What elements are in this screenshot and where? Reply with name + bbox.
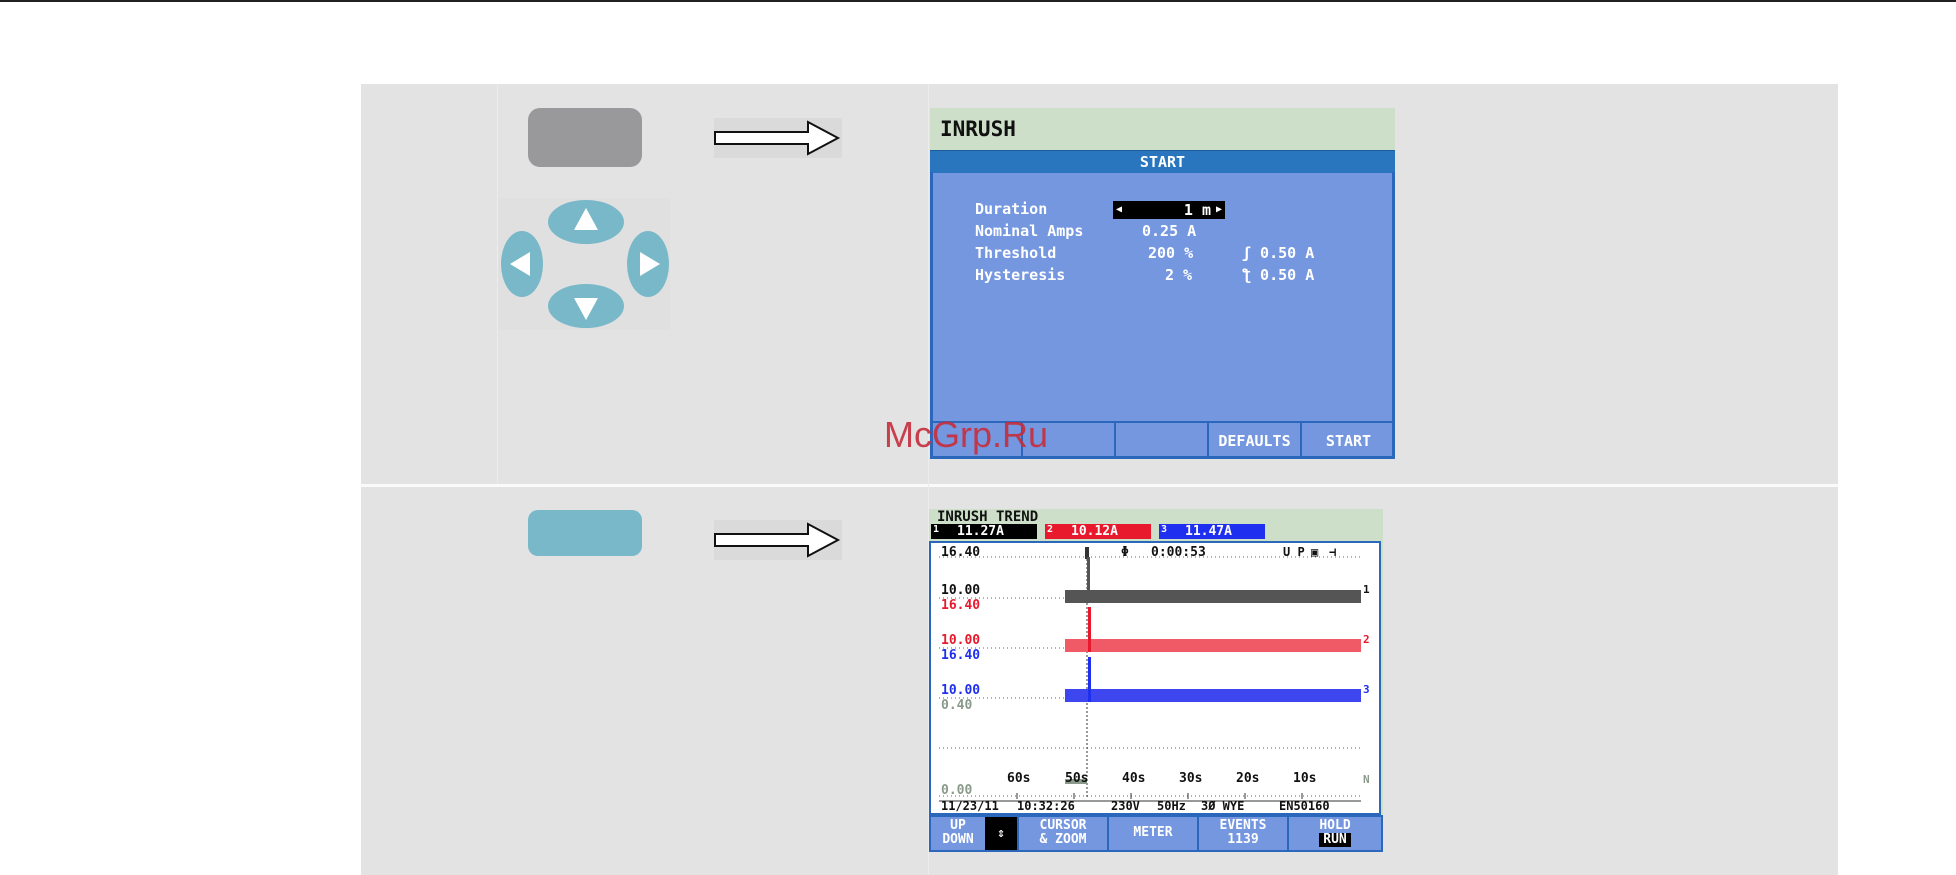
track-2-max: 16.40 xyxy=(941,598,981,613)
nominal-amps-value[interactable]: 0.25 A xyxy=(1142,222,1196,240)
hysteresis-label: Hysteresis xyxy=(975,266,1066,284)
function-key-grey[interactable] xyxy=(528,108,642,167)
threshold-amps: ʃ 0.50 A xyxy=(1242,244,1315,262)
hysteresis-amps: ƪ 0.50 A xyxy=(1242,266,1315,284)
row-divider xyxy=(361,484,1838,487)
meter-button[interactable]: METER xyxy=(1109,817,1199,850)
track-3-label: 3 xyxy=(1363,683,1370,696)
left-arrow-icon: ◀ xyxy=(1116,204,1123,215)
function-key-teal[interactable] xyxy=(528,510,642,556)
screen-header: START xyxy=(930,150,1395,173)
time-tick: 20s xyxy=(1236,771,1260,786)
status-time: 10:32:26 xyxy=(1017,799,1075,813)
track-1-max: 16.40 xyxy=(941,545,981,560)
start-button[interactable]: START xyxy=(1302,423,1395,459)
duration-field[interactable]: ◀ 1 m ▶ xyxy=(1113,201,1225,219)
events-button[interactable]: EVENTS 1139 xyxy=(1199,817,1289,850)
status-voltage: 230V xyxy=(1111,799,1140,813)
battery-icon: ▣ xyxy=(1311,545,1319,559)
timer-icon: Φ xyxy=(1121,545,1129,560)
track-n-label: N xyxy=(1363,773,1370,786)
track-3-min: 10.00 xyxy=(941,683,981,698)
track-n-min: 0.00 xyxy=(941,783,973,798)
track-2-band xyxy=(1065,639,1361,652)
softkey-f3[interactable] xyxy=(1116,423,1209,459)
channel-1-readout: 1 11.27A xyxy=(931,524,1037,539)
arrow-pad[interactable] xyxy=(498,198,670,330)
threshold-label: Threshold xyxy=(975,244,1057,262)
channel-3-readout: 3 11.47A xyxy=(1159,524,1265,539)
trend-plot[interactable]: 16.40 10.00 16.40 10.00 16.40 10.00 0.40… xyxy=(929,541,1381,815)
screen-title: INRUSH xyxy=(930,108,1395,150)
power-plug-icon: ⊣ xyxy=(1329,545,1337,559)
right-arrow-icon xyxy=(714,520,842,560)
time-tick: 50s xyxy=(1065,771,1089,786)
defaults-button[interactable]: DEFAULTS xyxy=(1209,423,1302,459)
track-1-min: 10.00 xyxy=(941,583,981,598)
status-icons: U P xyxy=(1283,545,1305,559)
time-tick: 30s xyxy=(1179,771,1203,786)
hold-run-button[interactable]: HOLD RUN xyxy=(1289,817,1381,850)
up-down-arrows-icon[interactable]: ⇕ xyxy=(985,817,1019,850)
time-tick: 60s xyxy=(1007,771,1031,786)
channel-2-readout: 2 10.12A xyxy=(1045,524,1151,539)
track-3-max: 16.40 xyxy=(941,648,981,663)
nominal-amps-label: Nominal Amps xyxy=(975,222,1084,240)
track-3-band xyxy=(1065,689,1361,702)
screen-title: INRUSH TREND xyxy=(937,509,1039,525)
track-n-max: 0.40 xyxy=(941,698,973,713)
right-arrow-icon: ▶ xyxy=(1215,204,1222,215)
track-1-label: 1 xyxy=(1363,583,1370,596)
track-2-label: 2 xyxy=(1363,633,1370,646)
track-2-min: 10.00 xyxy=(941,633,981,648)
time-tick: 40s xyxy=(1122,771,1146,786)
elapsed-time: 0:00:53 xyxy=(1151,545,1206,560)
top-rule xyxy=(0,0,1956,2)
hysteresis-value[interactable]: 2 % xyxy=(1165,266,1192,284)
status-standard: EN50160 xyxy=(1279,799,1330,813)
watermark: McGrp.Ru xyxy=(884,414,1049,455)
inrush-trend-screen: INRUSH TREND 111.27A 210.12A 311.47A xyxy=(929,509,1383,852)
threshold-value[interactable]: 200 % xyxy=(1148,244,1193,262)
status-config: 3Ø WYE xyxy=(1201,799,1245,813)
status-date: 11/23/11 xyxy=(941,799,999,813)
cursor-zoom-button[interactable]: CURSOR & ZOOM xyxy=(1019,817,1109,850)
time-tick: 10s xyxy=(1293,771,1317,786)
up-down-button[interactable]: UP DOWN xyxy=(931,817,985,850)
softkey-bar: UP DOWN ⇕ CURSOR & ZOOM METER EVENTS 1139 H… xyxy=(929,815,1383,852)
status-frequency: 50Hz xyxy=(1157,799,1186,813)
track-1-band xyxy=(1065,590,1361,603)
duration-label: Duration xyxy=(975,200,1048,218)
right-arrow-icon xyxy=(714,118,842,158)
inrush-setup-screen: INRUSH START Duration ◀ 1 m ▶ Nominal Am… xyxy=(930,108,1395,459)
